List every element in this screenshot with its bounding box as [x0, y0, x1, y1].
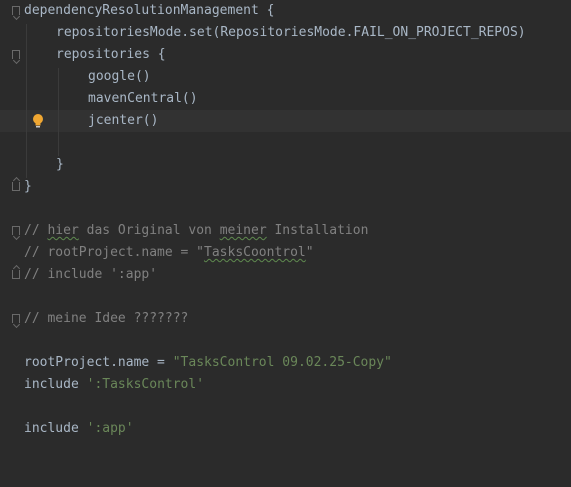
code-line-8[interactable]: } [56, 154, 64, 176]
fold-marker-icon[interactable] [12, 314, 20, 323]
code-line-2[interactable]: repositoriesMode.set(RepositoriesMode.FA… [56, 22, 526, 44]
comment-text: // rootProject.name = " [24, 245, 205, 260]
fold-marker-icon[interactable] [12, 182, 20, 191]
code-text: mavenCentral() [88, 91, 198, 106]
code-line-12[interactable]: // rootProject.name = "TasksCoontrol" [24, 242, 314, 264]
code-line-6[interactable]: jcenter() [88, 110, 158, 132]
code-line-15[interactable]: // meine Idee ??????? [24, 308, 188, 330]
string-literal: ':app' [86, 421, 134, 436]
comment-text: // include ':app' [24, 267, 158, 282]
current-line-highlight [0, 110, 571, 132]
code-line-9[interactable]: } [24, 176, 32, 198]
code-text: include [24, 421, 87, 436]
code-text: repositories { [56, 47, 166, 62]
indent-guide [58, 68, 59, 156]
code-text: include [24, 377, 87, 392]
comment-text: hier [47, 223, 79, 238]
string-literal: "TasksControl 09.02.25-Copy" [172, 355, 392, 370]
code-line-11[interactable]: // hier das Original von meiner Installa… [24, 220, 368, 242]
comment-text: // meine Idee ??????? [24, 311, 189, 326]
code-line-4[interactable]: google() [88, 66, 151, 88]
fold-marker-icon[interactable] [12, 6, 20, 15]
code-line-13[interactable]: // include ':app' [24, 264, 157, 286]
fold-marker-icon[interactable] [12, 50, 20, 59]
comment-text: TasksCoontrol [204, 245, 306, 260]
indent-guide [26, 24, 27, 178]
code-line-17[interactable]: rootProject.name = "TasksControl 09.02.2… [24, 352, 392, 374]
code-line-1[interactable]: dependencyResolutionManagement { [24, 0, 274, 22]
code-text: google() [88, 69, 151, 84]
code-text: repositoriesMode.set(RepositoriesMode.FA… [56, 25, 526, 40]
editor-gutter[interactable] [0, 0, 24, 487]
comment-text: Installation [266, 223, 369, 238]
comment-text: // [24, 223, 48, 238]
code-text: } [56, 157, 64, 172]
code-line-5[interactable]: mavenCentral() [88, 88, 198, 110]
code-line-20[interactable]: include ':app' [24, 418, 134, 440]
code-text: dependencyResolutionManagement { [24, 3, 275, 18]
comment-text: " [305, 245, 314, 260]
lightbulb-icon[interactable] [32, 113, 44, 129]
code-line-18[interactable]: include ':TasksControl' [24, 374, 204, 396]
fold-marker-icon[interactable] [12, 270, 20, 279]
code-editor[interactable]: dependencyResolutionManagement { reposit… [0, 0, 571, 487]
code-text: jcenter() [88, 113, 159, 128]
code-line-3[interactable]: repositories { [56, 44, 166, 66]
code-text: } [24, 179, 32, 194]
comment-text: meiner [219, 223, 267, 238]
string-literal: ':TasksControl' [86, 377, 205, 392]
comment-text: das Original von [78, 223, 220, 238]
code-text: rootProject.name = [24, 355, 173, 370]
fold-marker-icon[interactable] [12, 226, 20, 235]
